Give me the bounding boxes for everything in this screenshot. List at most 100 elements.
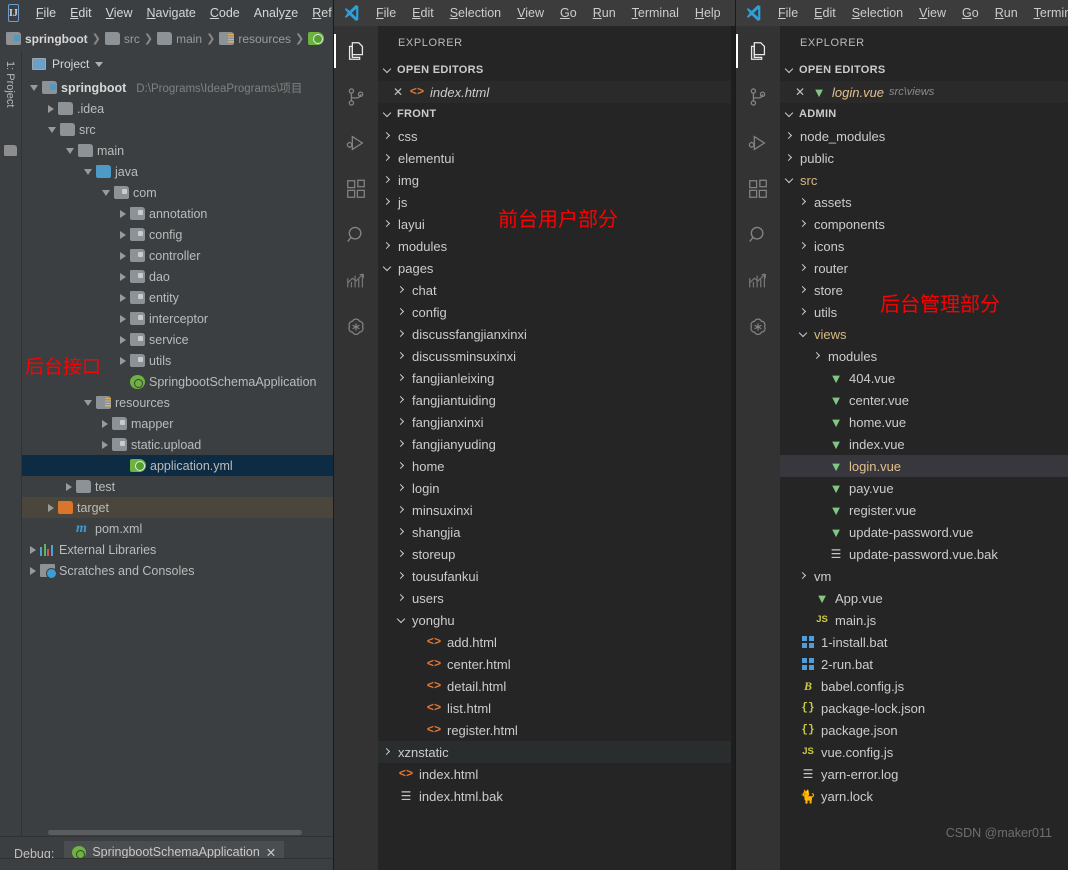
menu-item-termin[interactable]: Termin [1026,3,1068,23]
chevron-right-icon[interactable] [396,351,407,362]
project-panel-header[interactable]: Project [22,51,333,77]
chevron-right-icon[interactable] [396,329,407,340]
tree-folder-row[interactable]: tousufankui [378,565,735,587]
search-icon[interactable] [341,218,371,252]
tree-row[interactable]: config [22,224,333,245]
tree-file-row[interactable]: Bbabel.config.js [780,675,1068,697]
menu-item-view[interactable]: View [509,3,552,23]
tree-folder-row[interactable]: minsuxinxi [378,499,735,521]
chevron-right-icon[interactable] [30,545,36,554]
chevron-right-icon[interactable] [798,285,809,296]
chevron-right-icon[interactable] [396,373,407,384]
openai-icon[interactable] [341,310,371,344]
open-editor-item-front[interactable]: ✕ <> index.html [378,81,735,103]
openai-icon[interactable] [743,310,773,344]
tree-folder-row[interactable]: fangjianyuding [378,433,735,455]
menu-item-view[interactable]: View [911,3,954,23]
tree-folder-row[interactable]: modules [378,235,735,257]
tree-file-row[interactable]: 🐈 yarn.lock [780,785,1068,807]
tree-file-row[interactable]: JS vue.config.js [780,741,1068,763]
chevron-right-icon[interactable] [798,571,809,582]
chevron-down-icon[interactable] [784,175,795,186]
chevron-right-icon[interactable] [382,219,393,230]
menu-item-edit[interactable]: Edit [806,3,844,23]
tree-folder-row[interactable]: yonghu [378,609,735,631]
breadcrumb-item-springboot[interactable]: springboot [6,32,88,46]
chevron-right-icon[interactable] [382,153,393,164]
file-tree-admin[interactable]: node_modules public src assets components ico… [780,125,1068,870]
chevron-right-icon[interactable] [784,153,795,164]
tree-folder-row[interactable]: css [378,125,735,147]
tree-row[interactable]: springboot D:\Programs\IdeaPrograms\项目 [22,77,333,98]
tree-row[interactable]: m pom.xml [22,518,333,539]
chevron-down-icon[interactable] [84,399,92,406]
tree-folder-row[interactable]: icons [780,235,1068,257]
tree-folder-row[interactable]: assets [780,191,1068,213]
tree-file-row[interactable]: {} package.json [780,719,1068,741]
tree-file-row[interactable]: <> center.html [378,653,735,675]
chevron-right-icon[interactable] [120,230,126,239]
project-root-header-admin[interactable]: ADMIN [780,103,1068,125]
tree-file-row[interactable]: ▼ 404.vue [780,367,1068,389]
chevron-right-icon[interactable] [812,351,823,362]
tree-folder-row[interactable]: discussfangjianxinxi [378,323,735,345]
menu-item-run[interactable]: Run [987,3,1026,23]
activity-bar-button[interactable] [334,34,378,68]
tree-row[interactable]: mapper [22,413,333,434]
activity-bar-button[interactable] [334,80,378,114]
chevron-right-icon[interactable] [382,175,393,186]
chevron-right-icon[interactable] [798,219,809,230]
tree-folder-row[interactable]: store [780,279,1068,301]
tree-folder-row[interactable]: elementui [378,147,735,169]
tree-file-row[interactable]: ☰ yarn-error.log [780,763,1068,785]
chevron-down-icon[interactable] [30,84,38,91]
tree-row[interactable]: Scratches and Consoles [22,560,333,581]
chevron-right-icon[interactable] [48,503,54,512]
tree-folder-row[interactable]: fangjiantuiding [378,389,735,411]
activity-bar-button[interactable] [736,218,780,252]
tree-row[interactable]: target [22,497,333,518]
tree-folder-row[interactable]: fangjianleixing [378,367,735,389]
horizontal-scrollbar[interactable] [44,828,333,836]
chevron-right-icon[interactable] [382,747,393,758]
activity-bar-button[interactable] [334,126,378,160]
extensions-icon[interactable] [341,172,371,206]
tree-row[interactable]: dao [22,266,333,287]
project-tree[interactable]: springboot D:\Programs\IdeaPrograms\项目 .id… [22,77,333,581]
tree-folder-row[interactable]: chat [378,279,735,301]
tree-file-row[interactable]: ▼ update-password.vue [780,521,1068,543]
run-debug-icon[interactable] [743,126,773,160]
menu-item-navigate[interactable]: Navigate [140,3,203,23]
activity-bar-button[interactable] [736,264,780,298]
trend-chart-icon[interactable] [743,264,773,298]
menu-item-help[interactable]: Help [687,3,729,23]
open-editors-header-admin[interactable]: OPEN EDITORS [780,59,1068,81]
tree-folder-row[interactable]: login [378,477,735,499]
tree-file-row[interactable]: ☰ update-password.vue.bak [780,543,1068,565]
chevron-right-icon[interactable] [396,483,407,494]
chevron-right-icon[interactable] [396,417,407,428]
tree-folder-row[interactable]: home [378,455,735,477]
tree-folder-row[interactable]: pages [378,257,735,279]
menu-item-code[interactable]: Code [203,3,247,23]
activity-bar-button[interactable] [334,264,378,298]
project-root-header-front[interactable]: FRONT [378,103,735,125]
chevron-right-icon[interactable] [396,527,407,538]
chevron-right-icon[interactable] [120,209,126,218]
tree-folder-row[interactable]: public [780,147,1068,169]
chevron-right-icon[interactable] [396,571,407,582]
chevron-right-icon[interactable] [396,307,407,318]
tree-row[interactable]: annotation [22,203,333,224]
tree-row[interactable]: com [22,182,333,203]
tree-file-row[interactable]: <> add.html [378,631,735,653]
tree-folder-row[interactable]: vm [780,565,1068,587]
chevron-right-icon[interactable] [120,314,126,323]
explorer-icon[interactable] [743,34,773,68]
tree-row[interactable]: resources [22,392,333,413]
chevron-right-icon[interactable] [396,549,407,560]
chevron-right-icon[interactable] [798,197,809,208]
tree-folder-row[interactable]: config [378,301,735,323]
source-control-icon[interactable] [341,80,371,114]
tree-folder-row[interactable]: utils [780,301,1068,323]
open-editor-item-admin[interactable]: ✕ ▼ login.vue src\views [780,81,1068,103]
